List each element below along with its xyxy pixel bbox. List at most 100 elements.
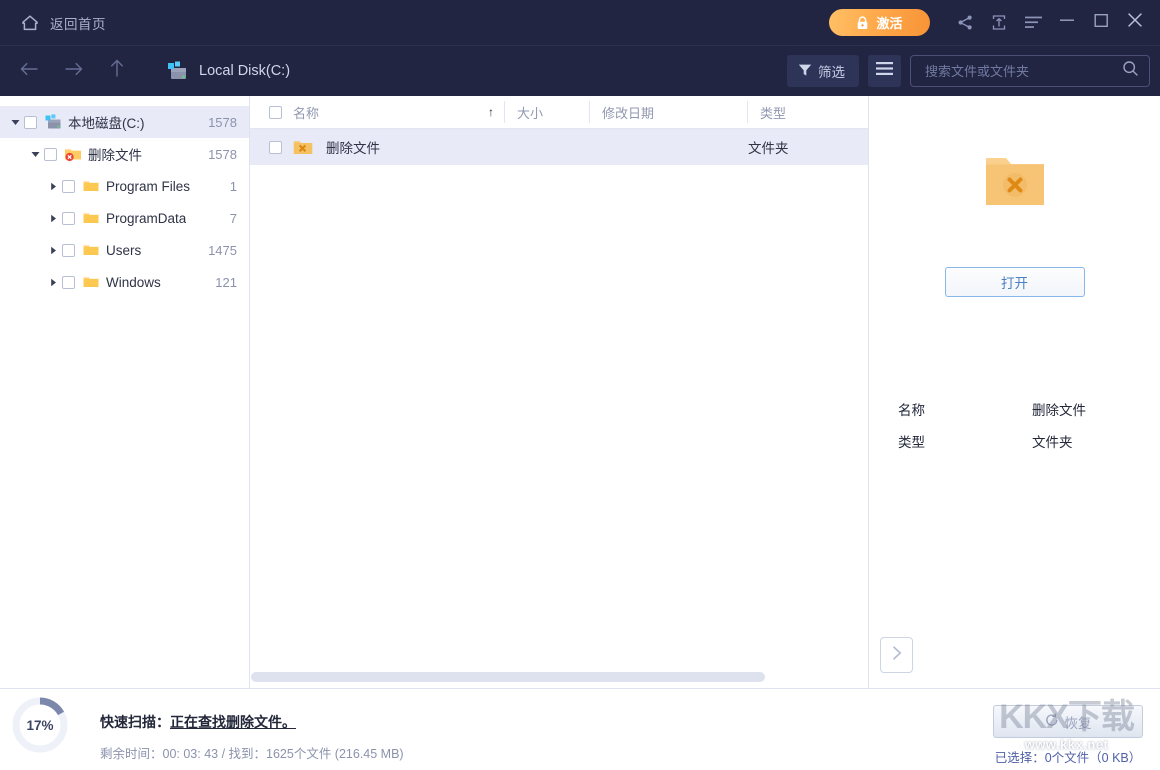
feedback-button[interactable] (982, 0, 1016, 45)
scan-status: 快速扫描：正在查找删除文件。 剩余时间：00: 03: 43 / 找到：1625… (100, 689, 404, 762)
arrow-left-icon (20, 61, 39, 82)
tree-item-count: 1 (222, 179, 237, 194)
tree-checkbox[interactable] (62, 244, 75, 257)
open-button[interactable]: 打开 (945, 267, 1085, 297)
breadcrumb[interactable]: Local Disk(C:) (166, 61, 290, 81)
chevron-down-icon[interactable] (26, 150, 44, 159)
tree-checkbox[interactable] (44, 148, 57, 161)
maximize-icon (1094, 13, 1109, 33)
tree-item-count: 1475 (200, 243, 237, 258)
column-label-date: 修改日期 (602, 103, 654, 122)
horizontal-scrollbar[interactable] (250, 672, 868, 682)
scan-status-main: 快速扫描：正在查找删除文件。 (100, 712, 404, 732)
metadata-key: 名称 (898, 399, 1032, 419)
tree-item-count: 121 (207, 275, 237, 290)
status-bar-right: 恢复 已选择：0个文件（0 KB） (993, 689, 1160, 766)
chevron-down-icon[interactable] (6, 118, 24, 127)
preview-panel: 打开 名称 删除文件 类型 文件夹 (869, 96, 1160, 688)
sort-ascending-icon[interactable]: ↑ (488, 105, 494, 119)
scrollbar-thumb[interactable] (251, 672, 765, 682)
app-window: 返回首页 激活 (0, 0, 1160, 770)
select-all-checkbox[interactable] (269, 106, 282, 119)
folder-icon (82, 242, 106, 258)
deleted-folder-icon (64, 146, 88, 162)
home-button[interactable]: 返回首页 (14, 9, 112, 37)
title-bar: 返回首页 激活 (0, 0, 1160, 45)
tree-item-deleted-files[interactable]: 删除文件 1578 (0, 138, 249, 170)
tree-item-count: 1578 (200, 147, 237, 162)
restore-button[interactable]: 恢复 (993, 705, 1143, 738)
preview-metadata: 名称 删除文件 类型 文件夹 (869, 393, 1160, 457)
tree-item-local-disk[interactable]: 本地磁盘(C:) 1578 (0, 106, 249, 138)
file-name-cell: 删除文件 (250, 137, 505, 157)
scan-prefix: 快速扫描： (100, 714, 170, 730)
maximize-button[interactable] (1084, 0, 1118, 45)
tree-checkbox[interactable] (62, 276, 75, 289)
forward-button[interactable] (54, 52, 92, 90)
main-area: 本地磁盘(C:) 1578 删除文件 1578 (0, 96, 1160, 688)
tree-checkbox[interactable] (24, 116, 37, 129)
metadata-value: 删除文件 (1032, 399, 1086, 419)
progress-percent: 17% (10, 695, 70, 755)
collapse-preview-button[interactable] (880, 637, 913, 673)
home-label: 返回首页 (50, 13, 106, 33)
column-header-size[interactable]: 大小 (505, 101, 590, 123)
chevron-right-icon[interactable] (44, 182, 62, 191)
tree-checkbox[interactable] (62, 180, 75, 193)
row-checkbox[interactable] (269, 141, 282, 154)
minimize-icon (1059, 13, 1075, 32)
home-icon (20, 13, 40, 33)
disk-icon (166, 61, 188, 81)
file-list: 名称 ↑ 大小 修改日期 类型 (250, 96, 869, 688)
table-row[interactable]: 删除文件 文件夹 (250, 129, 868, 165)
tree-item-count: 7 (222, 211, 237, 226)
arrow-up-icon (109, 59, 125, 83)
activate-label: 激活 (876, 13, 902, 32)
column-label-size: 大小 (517, 103, 543, 122)
tree-item-label: 删除文件 (88, 144, 142, 164)
file-list-header: 名称 ↑ 大小 修改日期 类型 (250, 96, 868, 129)
tree-checkbox[interactable] (62, 212, 75, 225)
minimize-button[interactable] (1050, 0, 1084, 45)
filter-button[interactable]: 筛选 (787, 55, 859, 87)
activate-button[interactable]: 激活 (829, 9, 930, 36)
column-header-name[interactable]: 名称 ↑ (250, 101, 505, 123)
tree-item-count: 1578 (200, 115, 237, 130)
column-header-type[interactable]: 类型 (748, 101, 833, 123)
close-icon (1127, 12, 1143, 33)
back-button[interactable] (10, 52, 48, 90)
up-button[interactable] (98, 52, 136, 90)
tree-item-users[interactable]: Users 1475 (0, 234, 249, 266)
column-label-name: 名称 (293, 103, 319, 122)
tree-item-programdata[interactable]: ProgramData 7 (0, 202, 249, 234)
tree-item-label: Windows (106, 275, 161, 290)
sidebar-tree: 本地磁盘(C:) 1578 删除文件 1578 (0, 96, 250, 688)
scan-status-detail: 剩余时间：00: 03: 43 / 找到：1625个文件 (216.45 MB) (100, 743, 404, 762)
selection-info: 已选择：0个文件（0 KB） (993, 747, 1143, 766)
metadata-value: 文件夹 (1032, 431, 1073, 451)
column-label-type: 类型 (760, 103, 786, 122)
view-mode-button[interactable] (868, 55, 901, 87)
scan-action: 正在查找删除文件。 (170, 714, 296, 730)
tree-item-program-files[interactable]: Program Files 1 (0, 170, 249, 202)
chevron-right-icon[interactable] (44, 278, 62, 287)
tree-item-windows[interactable]: Windows 121 (0, 266, 249, 298)
file-type-cell: 文件夹 (748, 137, 833, 157)
tree-item-label: 本地磁盘(C:) (68, 112, 145, 132)
search-box[interactable] (910, 55, 1150, 87)
close-button[interactable] (1118, 0, 1152, 45)
folder-icon (82, 274, 106, 290)
tree-item-label: Program Files (106, 179, 190, 194)
tree-item-label: Users (106, 243, 141, 258)
filter-label: 筛选 (818, 61, 845, 81)
menu-button[interactable] (1016, 0, 1050, 45)
chevron-right-icon[interactable] (44, 246, 62, 255)
search-input[interactable] (925, 64, 1122, 79)
toolbar-actions: 筛选 (787, 55, 1150, 87)
search-icon[interactable] (1122, 60, 1139, 82)
column-header-date[interactable]: 修改日期 (590, 101, 748, 123)
file-list-body: 删除文件 文件夹 (250, 129, 868, 688)
share-button[interactable] (948, 0, 982, 45)
tree-item-label: ProgramData (106, 211, 186, 226)
chevron-right-icon[interactable] (44, 214, 62, 223)
